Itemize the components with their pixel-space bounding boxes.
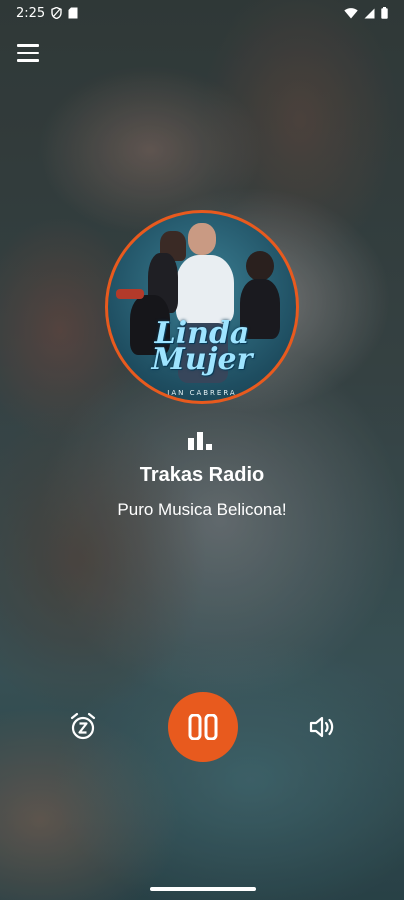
album-artist: IAN CABRERA — [167, 389, 237, 397]
album-title: Linda Mujer — [151, 316, 253, 377]
menu-button[interactable] — [17, 44, 39, 62]
alarm-sleep-icon — [70, 712, 96, 740]
vpn-shield-icon — [51, 7, 62, 19]
battery-icon — [381, 7, 388, 19]
status-time: 2:25 — [16, 5, 46, 21]
station-name: Trakas Radio — [139, 464, 265, 486]
sd-card-icon — [68, 7, 78, 19]
gesture-navigation-handle[interactable] — [150, 887, 256, 891]
pause-button[interactable] — [168, 692, 238, 762]
sleep-timer-button[interactable] — [68, 712, 98, 742]
volume-button[interactable] — [307, 712, 337, 742]
album-art: Linda Mujer IAN CABRERA — [105, 210, 299, 404]
hamburger-menu-icon — [17, 44, 39, 47]
album-figure — [176, 255, 234, 325]
blurred-background — [0, 0, 404, 900]
signal-icon — [364, 8, 375, 18]
album-figure — [246, 251, 274, 281]
wifi-icon — [344, 7, 358, 18]
status-bar: 2:25 — [0, 0, 404, 26]
equalizer-bars-icon — [188, 432, 212, 450]
album-figure — [116, 289, 144, 299]
album-figure — [188, 223, 216, 255]
station-slogan: Puro Musica Belicona! — [117, 500, 287, 519]
volume-icon — [309, 716, 334, 738]
pause-icon — [188, 714, 218, 740]
